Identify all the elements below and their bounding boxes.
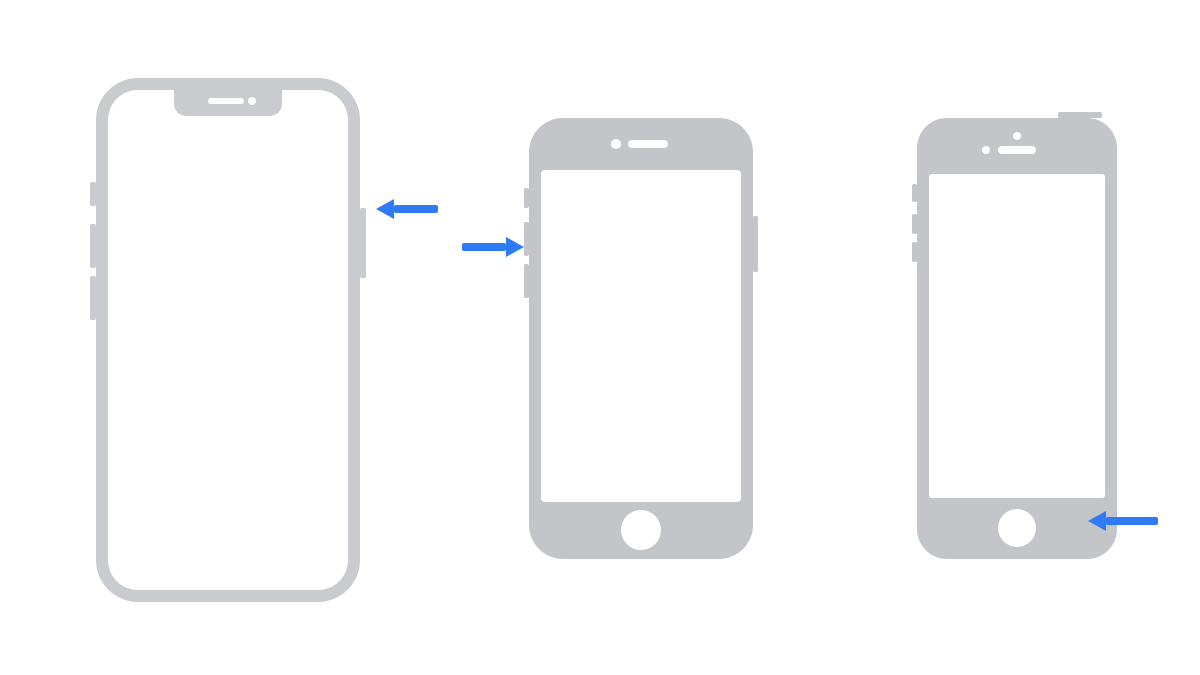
diagram-stage <box>0 0 1200 675</box>
arrow-right-to-volume-button <box>454 234 524 260</box>
arrow-left-to-home-button <box>1088 508 1164 534</box>
phone-modern-notch <box>90 78 366 602</box>
phone-square-top-power <box>912 112 1122 559</box>
phone-rounded-home <box>524 118 758 559</box>
arrow-left-to-side-button <box>376 196 446 222</box>
